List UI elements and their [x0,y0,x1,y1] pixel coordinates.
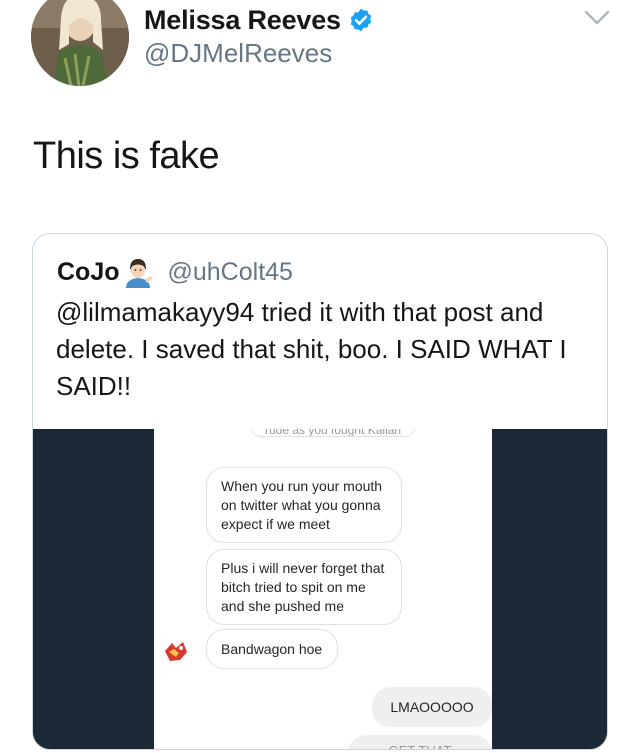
message-bubble: rude as you fought Kailah [250,429,417,437]
profile-photo-icon [31,0,129,86]
message-bubble: LMAOOOOO [372,687,492,727]
message-bubble: Plus i will never forget that bitch trie… [206,549,402,625]
quoted-tweet-card[interactable]: CoJo @uhColt45 @lilmamakayy94 tried it w… [32,233,608,750]
quoted-tweet-media[interactable]: rude as you fought Kailah When you run y… [33,429,607,749]
quoted-author-name: CoJo [57,257,120,286]
avatar[interactable] [31,0,129,86]
verified-badge-icon [350,8,372,32]
man-tipping-hand-emoji-icon [125,259,153,288]
message-bubble: GET THAT BITCHH [348,735,492,749]
message-bubble: When you run your mouth on twitter what … [206,467,402,543]
red-cartoon-sticker-icon [165,642,187,661]
message-bubble: Bandwagon hoe [206,629,338,669]
quoted-author-handle: @uhColt45 [167,257,293,286]
quoted-tweet-text: @lilmamakayy94 tried it with that post a… [56,297,567,401]
tweet-text: This is fake [33,135,220,177]
author-name-row[interactable]: Melissa Reeves [144,3,374,37]
author-handle[interactable]: @DJMelReeves [144,38,332,69]
author-name[interactable]: Melissa Reeves [144,5,341,36]
chevron-down-icon[interactable] [583,8,611,28]
dm-screenshot: rude as you fought Kailah When you run y… [154,429,492,749]
quoted-tweet-header: CoJo @uhColt45 [57,256,293,288]
